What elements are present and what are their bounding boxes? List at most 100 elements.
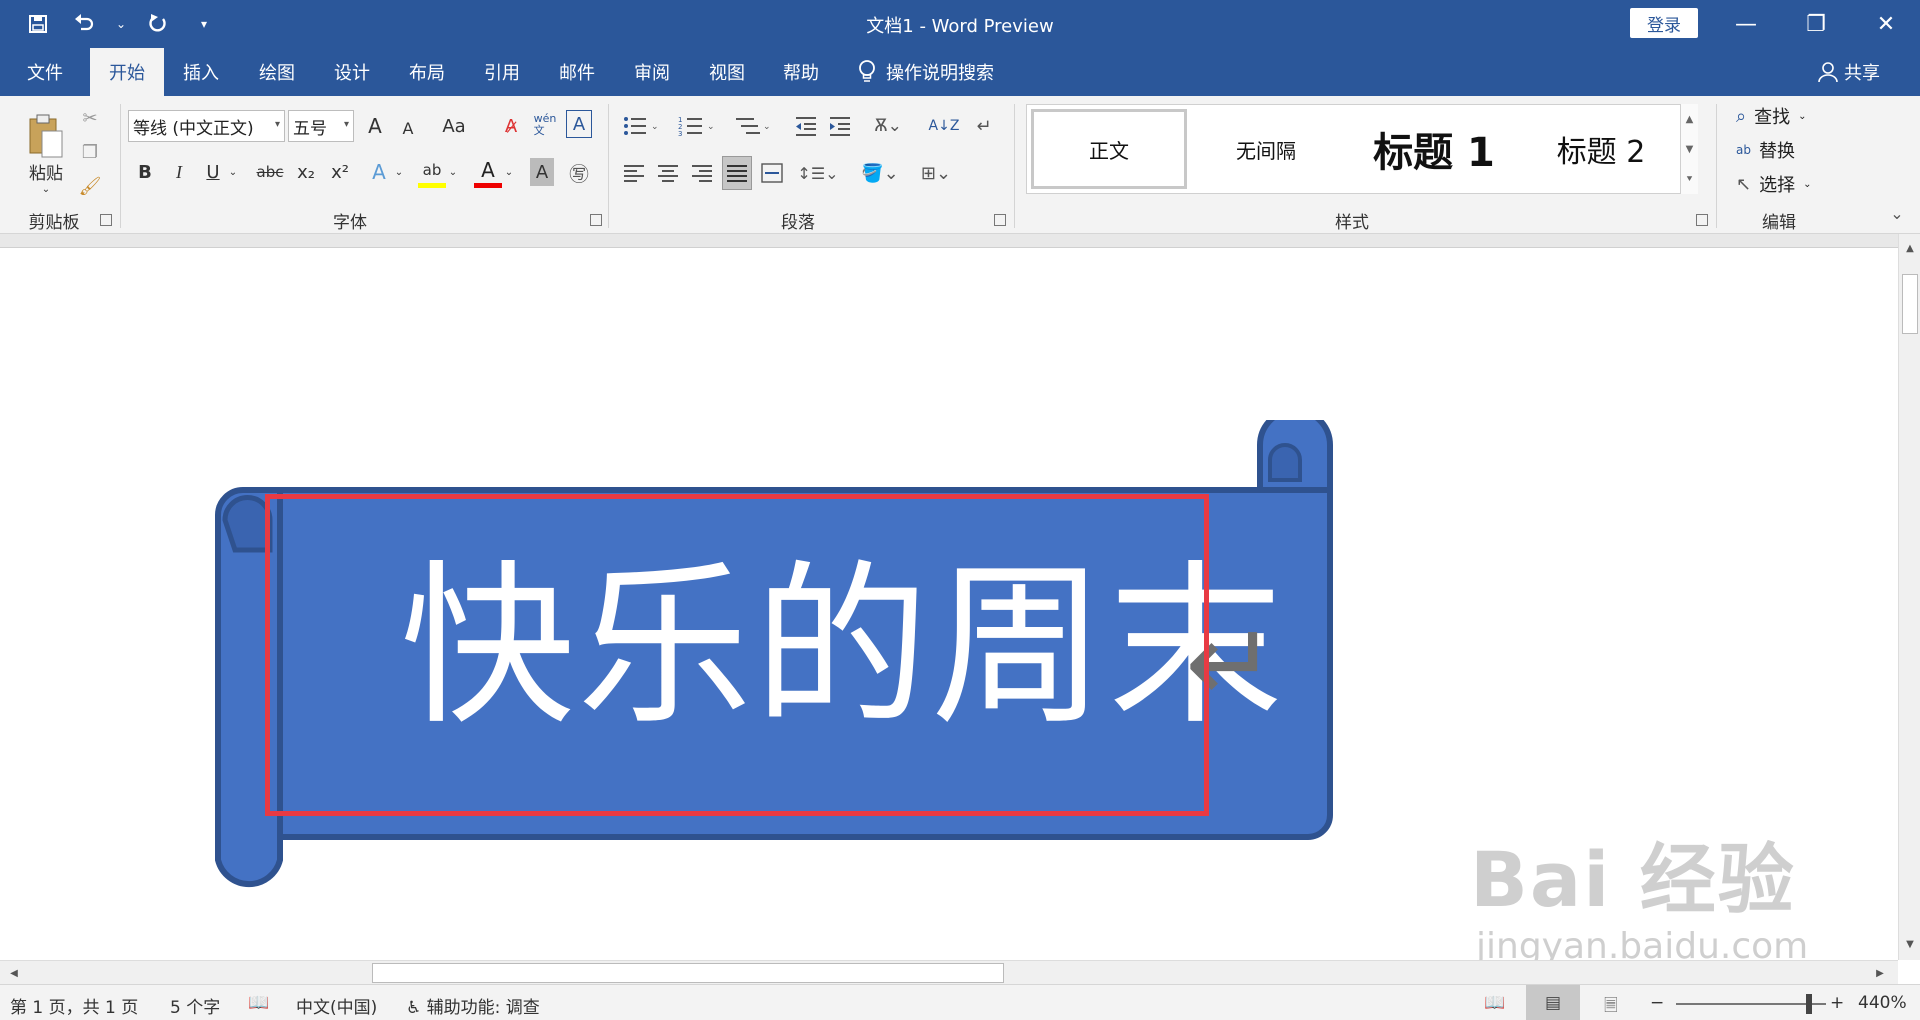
tab-review[interactable]: 审阅 — [615, 48, 689, 96]
tab-mailings[interactable]: 邮件 — [540, 48, 614, 96]
replace-button[interactable]: ab 替换 — [1736, 134, 1795, 166]
paragraph-launcher[interactable] — [994, 214, 1006, 226]
clear-format-button[interactable]: A̷ — [498, 110, 524, 142]
svg-text:⌄: ⌄ — [651, 122, 659, 132]
styles-scroll-down[interactable]: ▼ — [1680, 134, 1698, 164]
highlight-button[interactable]: ab — [418, 156, 446, 188]
close-button[interactable]: ✕ — [1858, 4, 1914, 44]
style-normal[interactable]: 正文 — [1031, 109, 1187, 189]
line-spacing-button[interactable]: ↕☰⌄ — [796, 158, 840, 188]
zoom-in-button[interactable]: + — [1830, 993, 1844, 1013]
text-effects-dropdown[interactable]: ⌄ — [392, 156, 406, 188]
styles-scroll-up[interactable]: ▲ — [1680, 104, 1698, 134]
tab-layout[interactable]: 布局 — [390, 48, 464, 96]
scroll-down-button[interactable]: ▼ — [1900, 934, 1920, 954]
share-button[interactable]: 共享 — [1818, 48, 1880, 96]
multilevel-list-button[interactable]: ⌄ — [732, 110, 776, 142]
character-shading-button[interactable]: A — [530, 158, 554, 186]
tell-me-search[interactable]: 操作说明搜索 — [858, 48, 994, 96]
copy-button[interactable]: ❐ — [76, 138, 104, 166]
tab-file[interactable]: 文件 — [8, 48, 82, 96]
style-no-spacing[interactable]: 无间隔 — [1191, 109, 1341, 189]
horizontal-scroll-thumb[interactable] — [372, 963, 1004, 983]
read-mode-button[interactable]: 📖 — [1484, 993, 1505, 1013]
bold-button[interactable]: B — [132, 156, 158, 188]
change-case-button[interactable]: Aa — [432, 110, 476, 142]
paste-button[interactable]: 粘贴 ⌄ — [18, 104, 74, 204]
collapse-ribbon-button[interactable]: ⌄ — [1884, 200, 1910, 226]
font-color-dropdown[interactable]: ⌄ — [502, 156, 516, 188]
shrink-font-button[interactable]: A — [396, 114, 420, 142]
word-count[interactable]: 5 个字 — [170, 993, 220, 1018]
scroll-right-button[interactable]: ▶ — [1870, 963, 1890, 983]
justify-button[interactable] — [722, 156, 752, 190]
minimize-button[interactable]: — — [1718, 4, 1774, 44]
font-name-value: 等线 (中文正文) — [133, 118, 254, 139]
zoom-out-button[interactable]: − — [1650, 993, 1664, 1013]
tab-design[interactable]: 设计 — [315, 48, 389, 96]
chinese-layout-button[interactable]: Ѫ⌄ — [866, 110, 910, 142]
tab-references[interactable]: 引用 — [465, 48, 539, 96]
underline-button[interactable]: U — [200, 156, 226, 188]
show-marks-button[interactable]: ↵ — [970, 110, 998, 142]
bullets-button[interactable]: ⌄ — [620, 110, 664, 142]
svg-text:⌄: ⌄ — [763, 122, 771, 132]
vertical-scrollbar[interactable]: ▲ ▼ — [1898, 234, 1920, 960]
underline-dropdown[interactable]: ⌄ — [226, 156, 240, 188]
enclose-characters-button[interactable]: ㊢ — [564, 156, 594, 188]
font-size-combo[interactable]: 五号 ▾ — [288, 110, 354, 142]
font-launcher[interactable] — [590, 214, 602, 226]
shading-button[interactable]: 🪣⌄ — [858, 158, 902, 188]
scroll-left-button[interactable]: ◀ — [4, 963, 24, 983]
character-border-button[interactable]: A — [566, 110, 592, 138]
zoom-slider-track[interactable] — [1676, 1003, 1826, 1005]
vertical-scroll-thumb[interactable] — [1902, 274, 1918, 334]
restore-button[interactable]: ❐ — [1788, 4, 1844, 44]
phonetic-guide-button[interactable]: wén 文 — [530, 108, 560, 142]
borders-button[interactable]: ⊞⌄ — [914, 158, 958, 188]
find-button[interactable]: ⌕ 查找 ⌄ — [1736, 100, 1806, 132]
subscript-button[interactable]: x₂ — [292, 156, 320, 188]
login-button[interactable]: 登录 — [1630, 8, 1698, 38]
font-name-combo[interactable]: 等线 (中文正文) ▾ — [128, 110, 285, 142]
styles-more-button[interactable]: ⯆ — [1680, 164, 1698, 194]
more-icon: ⯆ — [1685, 173, 1694, 185]
zoom-slider-thumb[interactable] — [1806, 994, 1812, 1014]
clipboard-launcher[interactable] — [100, 214, 112, 226]
style-heading-1[interactable]: 标题 1 — [1349, 109, 1519, 189]
horizontal-scrollbar[interactable]: ◀ ▶ — [0, 960, 1898, 984]
proofing-icon[interactable]: 📖 — [248, 993, 269, 1013]
tab-draw[interactable]: 绘图 — [240, 48, 314, 96]
italic-button[interactable]: I — [166, 156, 192, 188]
distributed-button[interactable] — [758, 158, 786, 188]
grow-font-button[interactable]: A — [362, 110, 388, 142]
decrease-indent-button[interactable] — [792, 110, 820, 142]
page-count[interactable]: 第 1 页，共 1 页 — [10, 993, 138, 1018]
scroll-up-button[interactable]: ▲ — [1900, 238, 1920, 258]
web-layout-button[interactable]: 🗏 — [1604, 993, 1618, 1020]
tab-home[interactable]: 开始 — [90, 48, 164, 96]
zoom-level[interactable]: 440% — [1858, 993, 1907, 1013]
align-center-button[interactable] — [654, 158, 682, 188]
style-heading-2[interactable]: 标题 2 — [1523, 109, 1679, 189]
tab-view[interactable]: 视图 — [690, 48, 764, 96]
print-layout-button[interactable]: ▤ — [1526, 985, 1580, 1020]
strikethrough-button[interactable]: abc — [252, 156, 288, 188]
align-right-button[interactable] — [688, 158, 716, 188]
text-effects-button[interactable]: A — [366, 156, 392, 188]
highlight-dropdown[interactable]: ⌄ — [446, 156, 460, 188]
styles-launcher[interactable] — [1696, 214, 1708, 226]
sort-button[interactable]: A↓Z — [929, 110, 960, 142]
tab-insert[interactable]: 插入 — [164, 48, 238, 96]
increase-indent-button[interactable] — [826, 110, 854, 142]
cut-button[interactable]: ✂ — [76, 104, 104, 132]
accessibility-indicator[interactable]: ♿ 辅助功能: 调查 — [406, 993, 540, 1018]
tab-help[interactable]: 帮助 — [764, 48, 838, 96]
numbering-button[interactable]: 1 2 3 ⌄ — [676, 110, 720, 142]
select-button[interactable]: ↖ 选择 ⌄ — [1736, 168, 1811, 200]
superscript-button[interactable]: x² — [326, 156, 354, 188]
align-left-button[interactable] — [620, 158, 648, 188]
format-painter-button[interactable]: 🖌 — [76, 172, 104, 200]
language-indicator[interactable]: 中文(中国) — [296, 993, 377, 1018]
font-color-button[interactable]: A — [474, 156, 502, 188]
